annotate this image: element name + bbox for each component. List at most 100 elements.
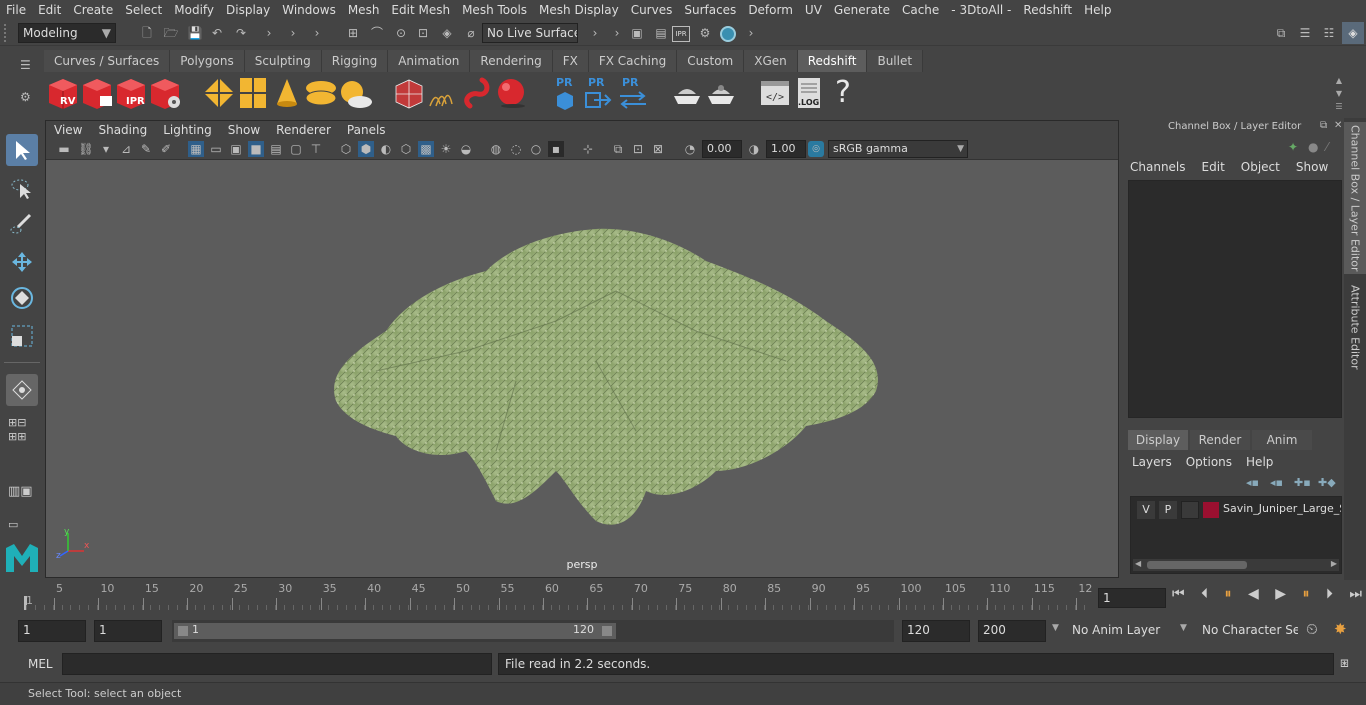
grease-pencil-icon[interactable]: ✎ <box>138 141 154 157</box>
viewport-menu-show[interactable]: Show <box>220 123 268 137</box>
move-layer-up-icon[interactable]: ◂▪ <box>1246 476 1259 489</box>
menu-redshift[interactable]: Redshift <box>1017 3 1078 17</box>
layout-outliner-icon[interactable]: ▭ <box>8 518 38 532</box>
paint-select-icon[interactable] <box>6 208 38 240</box>
shadows-icon[interactable]: ◒ <box>458 141 474 157</box>
range-slider[interactable]: 1 120 <box>172 620 894 642</box>
snap-point-icon[interactable]: ⊙ <box>392 24 410 42</box>
viewport-menu-renderer[interactable]: Renderer <box>268 123 339 137</box>
layer-menu-options[interactable]: Options <box>1186 455 1246 473</box>
scroll-thumb[interactable] <box>1147 561 1247 569</box>
redo-icon[interactable]: ↷ <box>232 24 250 42</box>
2d-pan-icon[interactable]: ✐ <box>158 141 174 157</box>
gamma-field[interactable]: 1.00 <box>766 140 806 158</box>
chevron-down-icon[interactable]: ▼ <box>1180 623 1187 633</box>
layers-toggle-icon[interactable]: ◈ <box>1342 22 1364 44</box>
shelf-tab-curves-surfaces[interactable]: Curves / Surfaces <box>44 50 171 72</box>
isolate-icon[interactable]: ◐ <box>378 141 394 157</box>
open-scene-icon[interactable]: 🗁 <box>162 24 180 42</box>
layers-horizontal-scrollbar[interactable]: ◀ ▶ <box>1133 559 1339 571</box>
play-backwards-icon[interactable]: ◀ <box>1248 586 1259 608</box>
wireframe-on-shaded-icon[interactable]: ⬡ <box>398 141 414 157</box>
menu-curves[interactable]: Curves <box>625 3 679 17</box>
channel-menu-object[interactable]: Object <box>1241 160 1296 178</box>
menu-display[interactable]: Display <box>220 3 276 17</box>
expand-arrow-icon[interactable]: › <box>308 24 326 42</box>
menu-generate[interactable]: Generate <box>828 3 896 17</box>
workspace-icon[interactable]: ⧉ <box>1272 24 1290 42</box>
redshift-portal-light-icon[interactable] <box>236 76 270 110</box>
shelf-tab-sculpting[interactable]: Sculpting <box>244 50 322 72</box>
tab-display[interactable]: Display <box>1128 430 1188 450</box>
outliner-icon[interactable]: ☰ <box>1296 24 1314 42</box>
shelf-tab-animation[interactable]: Animation <box>388 50 471 72</box>
shelf-tab-fx[interactable]: FX <box>552 50 589 72</box>
viewport-menu-lighting[interactable]: Lighting <box>155 123 220 137</box>
menu-modify[interactable]: Modify <box>168 3 220 17</box>
viewport-menu-shading[interactable]: Shading <box>90 123 155 137</box>
menu-windows[interactable]: Windows <box>276 3 342 17</box>
expand-arrow-icon[interactable]: › <box>742 24 760 42</box>
step-back-frame-icon[interactable]: ⏴ <box>1201 586 1208 608</box>
xray-icon[interactable]: ⧉ <box>610 141 626 157</box>
layer-visibility-toggle[interactable]: V <box>1137 501 1155 519</box>
xray-joints-icon[interactable]: ⊡ <box>630 141 646 157</box>
range-end-grip[interactable] <box>602 626 612 636</box>
step-forward-frame-icon[interactable]: ⏵ <box>1326 586 1333 608</box>
channel-menu-edit[interactable]: Edit <box>1202 160 1241 178</box>
layout-four-view-icon[interactable]: ⊞⊟ ⊞⊞ <box>8 416 38 446</box>
grid-icon[interactable]: ▦ <box>188 141 204 157</box>
tab-channel-box[interactable]: Channel Box / Layer Editor <box>1344 122 1366 274</box>
expand-arrow-icon[interactable]: › <box>586 24 604 42</box>
redshift-render-view-icon[interactable]: RV <box>46 76 80 110</box>
layer-color-swatch[interactable] <box>1203 502 1219 518</box>
tab-render[interactable]: Render <box>1190 430 1250 450</box>
ambient-occlusion-icon[interactable]: ◍ <box>488 141 504 157</box>
auto-key-icon[interactable]: ⏲ <box>1306 620 1318 638</box>
redshift-material-ball-icon[interactable] <box>494 76 528 110</box>
go-to-start-icon[interactable]: ⏮ <box>1172 586 1185 608</box>
channel-box-area[interactable] <box>1128 180 1342 418</box>
channel-box-break-icon[interactable]: ⁄ <box>1326 140 1328 154</box>
close-icon[interactable]: ✕ <box>1334 120 1342 131</box>
tab-anim[interactable]: Anim <box>1252 430 1312 450</box>
camera-lock-icon[interactable]: ⛓ <box>78 141 94 157</box>
menu-edit-mesh[interactable]: Edit Mesh <box>385 3 456 17</box>
film-gate-icon[interactable]: ▭ <box>208 141 224 157</box>
safe-action-icon[interactable]: ▢ <box>288 141 304 157</box>
scroll-right-icon[interactable]: ▶ <box>1331 559 1337 568</box>
redshift-pr-export-icon[interactable]: PR <box>584 76 618 110</box>
shelf-tab-redshift[interactable]: Redshift <box>797 50 868 72</box>
anim-layer-dropdown[interactable]: No Anim Layer <box>1068 620 1174 642</box>
redshift-pr-swap-icon[interactable]: PR <box>618 76 652 110</box>
color-management-icon[interactable]: ◎ <box>808 141 824 157</box>
snap-surface-icon[interactable]: ◈ <box>438 24 456 42</box>
shelf-tab-custom[interactable]: Custom <box>677 50 745 72</box>
shelf-tab-rigging[interactable]: Rigging <box>321 50 389 72</box>
image-plane-icon[interactable]: ⊿ <box>118 141 134 157</box>
wireframe-icon[interactable]: ⬡ <box>338 141 354 157</box>
menu-file[interactable]: File <box>0 3 32 17</box>
layer-menu-layers[interactable]: Layers <box>1132 455 1186 473</box>
range-start-grip[interactable] <box>178 626 188 636</box>
juniper-model[interactable] <box>316 221 896 531</box>
menu-select[interactable]: Select <box>119 3 168 17</box>
rotate-tool-icon[interactable] <box>6 282 38 314</box>
redshift-script-icon[interactable]: </> <box>758 76 792 110</box>
select-tool-icon[interactable] <box>6 134 38 166</box>
redshift-ipr-icon[interactable]: IPR <box>114 76 148 110</box>
depth-of-field-icon[interactable]: ▪ <box>548 141 564 157</box>
redshift-volume-icon[interactable] <box>460 76 494 110</box>
smooth-shade-icon[interactable]: ⬢ <box>358 141 374 157</box>
new-layer-icon[interactable]: ✚▪ <box>1294 476 1311 489</box>
exposure-icon[interactable]: ◔ <box>682 141 698 157</box>
mode-selector[interactable]: Modeling ▼ <box>18 23 116 43</box>
step-back-key-icon[interactable]: ⏸ <box>1225 586 1232 608</box>
range-slider-handle[interactable]: 1 120 <box>174 623 616 639</box>
shelf-scroll[interactable]: ▲ ▼ ☰ <box>1332 74 1346 114</box>
use-lights-icon[interactable]: ☀ <box>438 141 454 157</box>
menu-help[interactable]: Help <box>1078 3 1117 17</box>
color-space-dropdown[interactable]: sRGB gamma ▼ <box>828 140 968 158</box>
layer-menu-help[interactable]: Help <box>1246 455 1287 473</box>
snap-view-icon[interactable]: ⊡ <box>414 24 432 42</box>
